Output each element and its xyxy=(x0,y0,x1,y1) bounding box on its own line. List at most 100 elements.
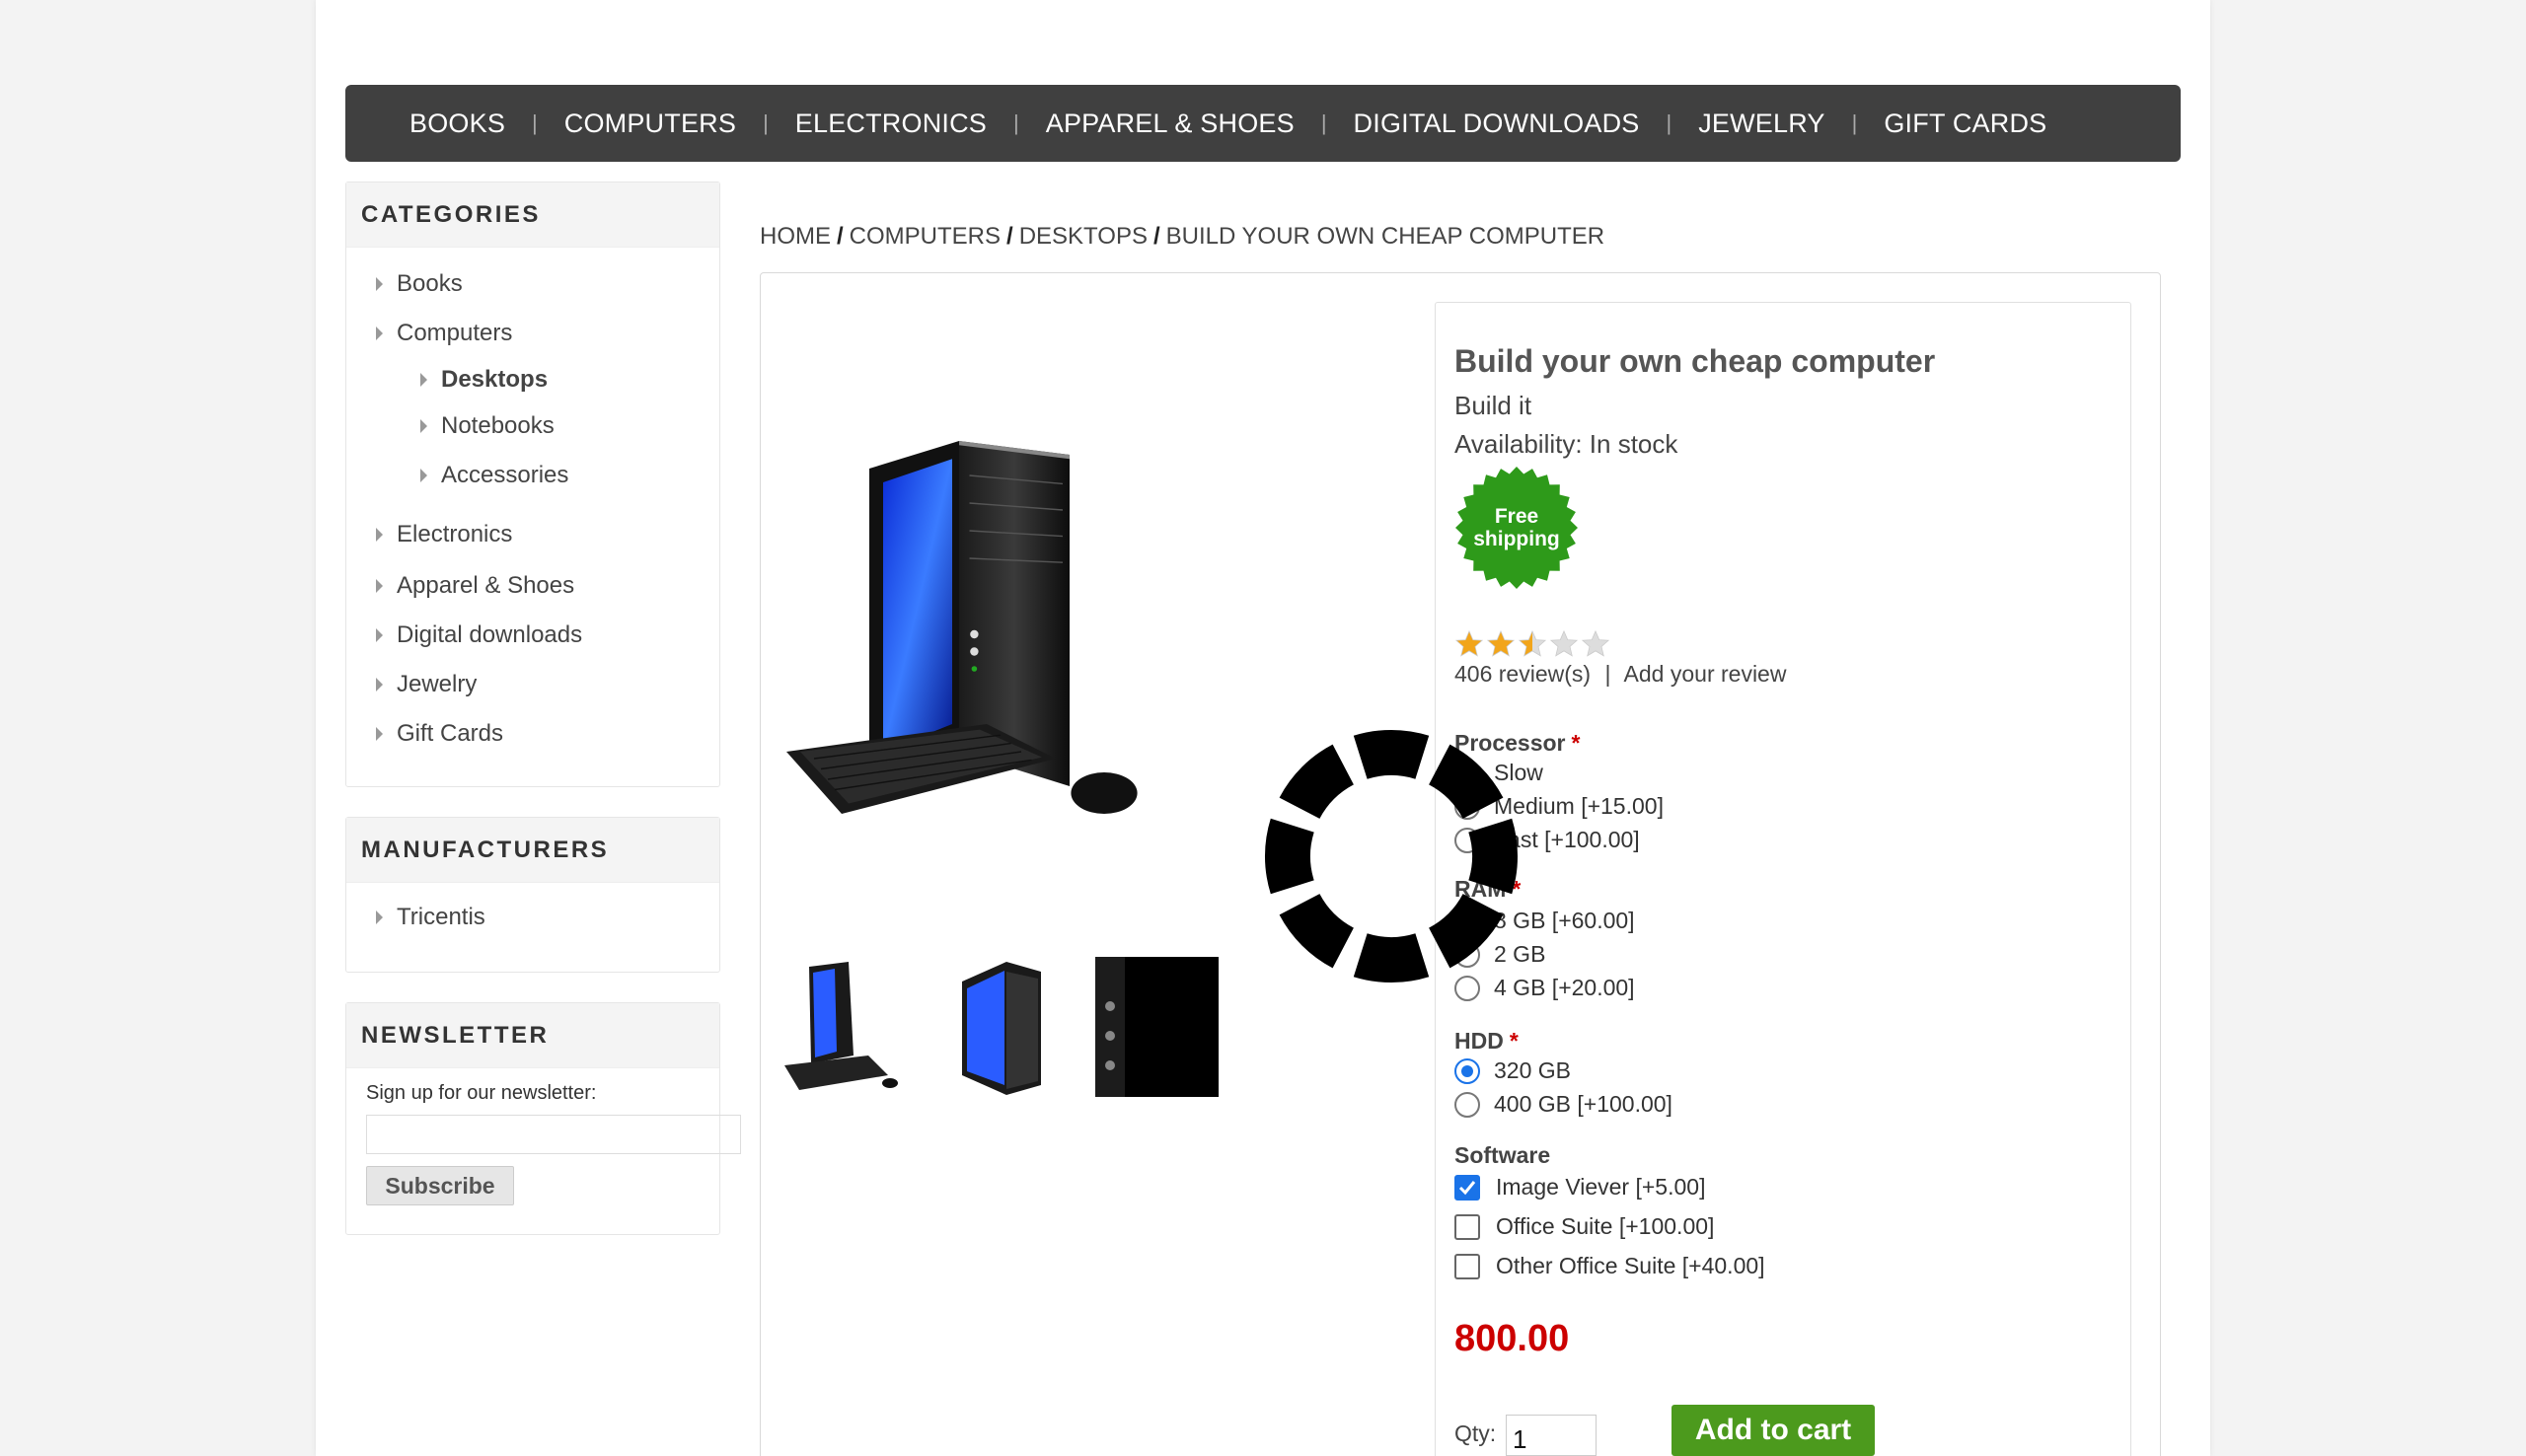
checkbox[interactable] xyxy=(1454,1213,1480,1240)
spinner-segment xyxy=(1429,744,1504,819)
option-label: Office Suite [+100.00] xyxy=(1496,1213,1715,1239)
newsletter-body: Sign up for our newsletter: Subscribe xyxy=(346,1068,741,1225)
category-label: Gift Cards xyxy=(397,720,504,747)
arrow-right-icon xyxy=(376,727,383,741)
category-label: Digital downloads xyxy=(397,621,583,648)
thumbnail-2[interactable] xyxy=(937,957,1061,1097)
hdd-option-400gb[interactable]: 400 GB [+100.00] xyxy=(1454,1091,1672,1118)
badge-line1: Free xyxy=(1495,505,1538,528)
checkbox[interactable] xyxy=(1454,1174,1480,1201)
manufacturer-tricentis[interactable]: Tricentis xyxy=(346,893,719,942)
arrow-right-icon xyxy=(376,277,383,291)
nav-gift-cards[interactable]: GIFT CARDS xyxy=(1857,109,2073,139)
category-desktops[interactable]: Desktops xyxy=(346,358,719,401)
hdd-label: HDD * xyxy=(1454,1028,1519,1055)
category-label: Notebooks xyxy=(441,412,555,439)
product-name: Build your own cheap computer xyxy=(1454,343,1936,379)
nav-books[interactable]: BOOKS xyxy=(383,109,532,139)
categories-title: CATEGORIES xyxy=(346,182,719,248)
categories-block: CATEGORIES Books Computers Desktops Note… xyxy=(345,182,720,787)
breadcrumb-separator: / xyxy=(1006,223,1013,250)
breadcrumb-separator: / xyxy=(1152,223,1160,250)
loading-spinner-icon xyxy=(1264,729,1519,983)
newsletter-label: Sign up for our newsletter: xyxy=(366,1082,597,1104)
manufacturers-title: MANUFACTURERS xyxy=(346,818,719,883)
top-menu: BOOKS | COMPUTERS | ELECTRONICS | APPARE… xyxy=(345,85,2181,162)
nav-apparel-shoes[interactable]: APPAREL & SHOES xyxy=(1019,109,1321,139)
arrow-right-icon xyxy=(420,419,427,433)
breadcrumb: HOME / COMPUTERS / DESKTOPS / BUILD YOUR OWN C… xyxy=(760,223,1604,251)
newsletter-block: NEWSLETTER Sign up for our newsletter: S… xyxy=(345,1002,741,1235)
attribute-name: Software xyxy=(1454,1142,1551,1168)
spinner-segment xyxy=(1429,894,1504,969)
qty-label: Qty: xyxy=(1454,1420,1497,1446)
required-marker: * xyxy=(1571,730,1581,756)
category-accessories[interactable]: Accessories xyxy=(346,451,719,500)
spinner-segment xyxy=(1468,818,1519,895)
breadcrumb-separator: / xyxy=(837,223,844,250)
breadcrumb-computers[interactable]: COMPUTERS xyxy=(850,223,1001,250)
arrow-right-icon xyxy=(376,579,383,593)
software-label: Software xyxy=(1454,1142,1550,1169)
category-notebooks[interactable]: Notebooks xyxy=(346,401,719,451)
spinner-segment xyxy=(1353,729,1430,779)
product-reviews: 406 review(s) | Add your review xyxy=(1454,661,1786,688)
category-gift-cards[interactable]: Gift Cards xyxy=(346,709,719,759)
category-electronics[interactable]: Electronics xyxy=(346,500,719,561)
required-marker: * xyxy=(1509,1028,1519,1054)
star-icon xyxy=(1581,629,1610,657)
option-label: 320 GB xyxy=(1494,1057,1571,1083)
star-icon xyxy=(1454,629,1484,657)
checkbox[interactable] xyxy=(1454,1253,1480,1279)
product-price: 800.00 xyxy=(1454,1318,1570,1359)
software-option-other-office-suite[interactable]: Other Office Suite [+40.00] xyxy=(1454,1253,1765,1279)
product-thumbnails xyxy=(780,957,1219,1097)
radio-button[interactable] xyxy=(1454,1091,1480,1118)
add-review-link[interactable]: Add your review xyxy=(1624,661,1787,687)
category-jewelry[interactable]: Jewelry xyxy=(346,660,719,709)
radio-button[interactable] xyxy=(1454,1057,1480,1084)
option-label: Image Viever [+5.00] xyxy=(1496,1174,1706,1200)
option-label: 400 GB [+100.00] xyxy=(1494,1091,1672,1117)
hdd-option-320gb[interactable]: 320 GB xyxy=(1454,1057,1571,1084)
reviews-link[interactable]: 406 review(s) xyxy=(1454,661,1591,687)
spinner-segment xyxy=(1279,744,1354,819)
option-label: Other Office Suite [+40.00] xyxy=(1496,1253,1765,1278)
nav-digital-downloads[interactable]: DIGITAL DOWNLOADS xyxy=(1327,109,1667,139)
nav-electronics[interactable]: ELECTRONICS xyxy=(769,109,1013,139)
spinner-segment xyxy=(1353,933,1430,983)
category-books[interactable]: Books xyxy=(346,259,719,309)
categories-list: Books Computers Desktops Notebooks Acces… xyxy=(346,248,719,776)
thumbnail-3[interactable] xyxy=(1095,957,1219,1097)
subscribe-button[interactable]: Subscribe xyxy=(366,1166,514,1205)
product-short-description: Build it xyxy=(1454,391,1532,420)
category-label: Electronics xyxy=(397,521,513,547)
breadcrumb-home[interactable]: HOME xyxy=(760,223,831,250)
spinner-segment xyxy=(1264,818,1314,895)
star-icon xyxy=(1549,629,1579,657)
category-digital-downloads[interactable]: Digital downloads xyxy=(346,611,719,660)
add-to-cart-button[interactable]: Add to cart xyxy=(1672,1405,1875,1456)
category-apparel-shoes[interactable]: Apparel & Shoes xyxy=(346,561,719,611)
manufacturer-label: Tricentis xyxy=(397,904,485,930)
breadcrumb-current: BUILD YOUR OWN CHEAP COMPUTER xyxy=(1165,223,1605,250)
thumbnail-1[interactable] xyxy=(780,957,903,1097)
qty-input[interactable]: 1 xyxy=(1506,1415,1597,1456)
product-availability: Availability: In stock xyxy=(1454,429,1678,459)
nav-jewelry[interactable]: JEWELRY xyxy=(1672,109,1851,139)
nav-computers[interactable]: COMPUTERS xyxy=(538,109,763,139)
software-option-office-suite[interactable]: Office Suite [+100.00] xyxy=(1454,1213,1714,1240)
newsletter-title: NEWSLETTER xyxy=(346,1003,719,1068)
checkmark-icon xyxy=(1458,1180,1476,1195)
breadcrumb-desktops[interactable]: DESKTOPS xyxy=(1019,223,1148,250)
manufacturers-list: Tricentis xyxy=(346,883,719,960)
arrow-right-icon xyxy=(420,373,427,387)
newsletter-email-input[interactable] xyxy=(366,1115,741,1154)
category-label: Apparel & Shoes xyxy=(397,572,575,599)
category-label: Accessories xyxy=(441,462,569,488)
category-computers[interactable]: Computers xyxy=(346,309,719,358)
arrow-right-icon xyxy=(376,628,383,642)
product-main-image[interactable] xyxy=(780,345,1332,937)
software-option-image-viewer[interactable]: Image Viever [+5.00] xyxy=(1454,1174,1705,1201)
star-icon xyxy=(1486,629,1516,657)
